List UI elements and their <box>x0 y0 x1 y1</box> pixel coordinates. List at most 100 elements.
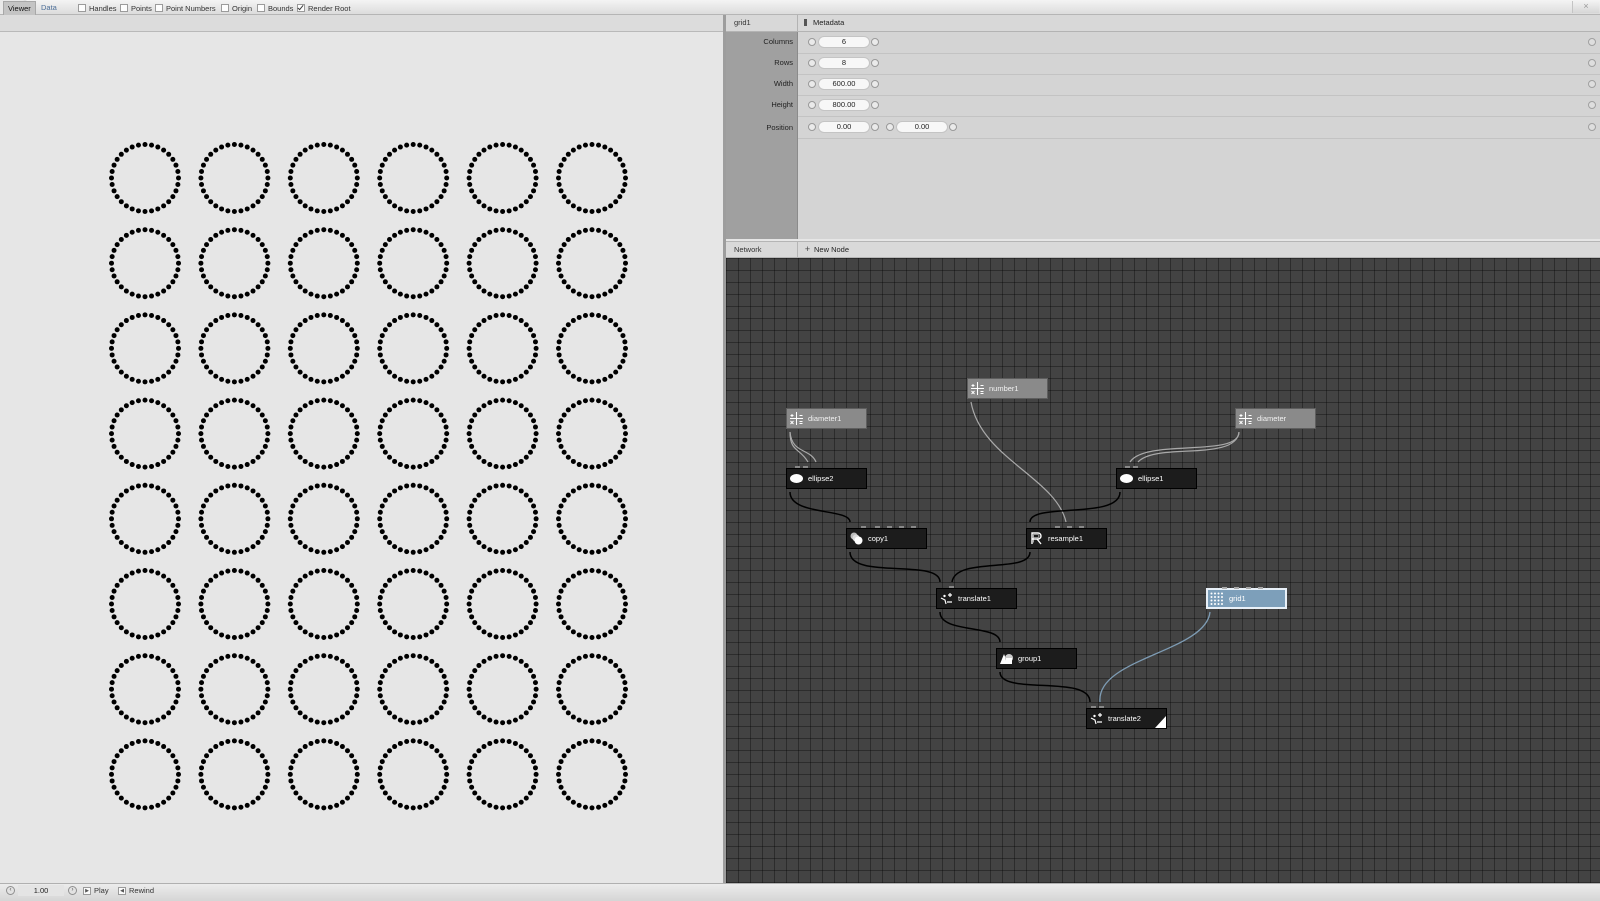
rows-port-toggle[interactable] <box>1588 59 1596 67</box>
origin-checkbox[interactable] <box>221 4 229 12</box>
translate-icon <box>1090 713 1102 725</box>
option-points[interactable]: Points <box>120 3 152 13</box>
network-editor[interactable]: number1 diameter1 diameter ellipse2 elli… <box>726 258 1600 883</box>
input-port[interactable] <box>1258 587 1263 589</box>
width-decrement[interactable] <box>808 80 816 88</box>
option-render-root[interactable]: Render Root <box>297 3 351 13</box>
viewer-geometry <box>109 142 628 811</box>
columns-decrement[interactable] <box>808 38 816 46</box>
rendered-flag-icon <box>1155 716 1166 728</box>
height-decrement[interactable] <box>808 101 816 109</box>
node-ellipse1[interactable]: ellipse1 <box>1116 466 1197 489</box>
input-port[interactable] <box>875 526 880 528</box>
position-y-increment[interactable] <box>949 123 957 131</box>
param-label-rows: Rows <box>774 58 793 67</box>
node-translate2-label: translate2 <box>1108 714 1141 723</box>
position-x-increment[interactable] <box>871 123 879 131</box>
rows-decrement[interactable] <box>808 59 816 67</box>
rows-increment[interactable] <box>871 59 879 67</box>
input-port[interactable] <box>1079 526 1084 528</box>
ellipse-points <box>466 482 539 555</box>
ellipse-points <box>287 142 360 214</box>
input-port[interactable] <box>861 526 866 528</box>
input-port[interactable] <box>887 526 892 528</box>
points-checkbox[interactable] <box>120 4 128 12</box>
tab-data[interactable]: Data <box>37 1 61 14</box>
zoom-field[interactable]: 1.00 <box>18 885 64 896</box>
input-port[interactable] <box>1099 706 1104 708</box>
position-y-decrement[interactable] <box>886 123 894 131</box>
position-x-decrement[interactable] <box>808 123 816 131</box>
node-group1[interactable]: group1 <box>996 648 1077 669</box>
node-resample1[interactable]: resample1 <box>1026 526 1107 549</box>
node-translate2[interactable]: translate2 <box>1086 706 1167 729</box>
resample-icon <box>1031 532 1042 545</box>
new-node-button[interactable]: + New Node <box>804 242 849 257</box>
play-button[interactable]: ▶ Play <box>83 885 109 896</box>
columns-field[interactable]: 6 <box>818 36 870 48</box>
input-port[interactable] <box>803 466 808 468</box>
input-port[interactable] <box>949 586 954 588</box>
input-port[interactable] <box>899 526 904 528</box>
position-y-field[interactable]: 0.00 <box>896 121 948 133</box>
input-port[interactable] <box>911 526 916 528</box>
ellipse-points <box>109 312 181 385</box>
input-port[interactable] <box>1222 587 1227 589</box>
node-diameter1[interactable]: diameter1 <box>786 408 867 429</box>
ellipse-points <box>377 568 450 640</box>
width-port-toggle[interactable] <box>1588 80 1596 88</box>
position-port-toggle[interactable] <box>1588 123 1596 131</box>
zoom-increment-button[interactable]: › <box>68 886 77 895</box>
option-handles[interactable]: Handles <box>78 3 117 13</box>
node-grid1[interactable]: grid1 <box>1206 587 1287 609</box>
render-root-checkbox[interactable] <box>297 4 305 12</box>
grid-icon <box>1210 592 1223 605</box>
height-increment[interactable] <box>871 101 879 109</box>
zoom-decrement-button[interactable]: ‹ <box>6 886 15 895</box>
ellipse-points <box>198 482 271 555</box>
height-port-toggle[interactable] <box>1588 101 1596 109</box>
ellipse-points <box>466 142 539 214</box>
param-row-width <box>798 74 1600 96</box>
columns-increment[interactable] <box>871 38 879 46</box>
option-origin[interactable]: Origin <box>221 3 252 13</box>
option-point-numbers[interactable]: Point Numbers <box>155 3 216 13</box>
handles-checkbox[interactable] <box>78 4 86 12</box>
node-copy1[interactable]: copy1 <box>846 526 927 549</box>
rows-field[interactable]: 8 <box>818 57 870 69</box>
ellipse-points <box>556 482 628 555</box>
ellipse-points <box>109 568 181 640</box>
rewind-button[interactable]: ◀ Rewind <box>118 885 154 896</box>
width-increment[interactable] <box>871 80 879 88</box>
input-port[interactable] <box>1055 526 1060 528</box>
input-port[interactable] <box>1246 587 1251 589</box>
columns-port-toggle[interactable] <box>1588 38 1596 46</box>
input-port[interactable] <box>1125 466 1130 468</box>
node-number1[interactable]: number1 <box>967 378 1048 399</box>
position-x-field[interactable]: 0.00 <box>818 121 870 133</box>
ellipse-points <box>466 397 539 470</box>
param-label-columns: Columns <box>763 37 793 46</box>
input-port[interactable] <box>1133 466 1138 468</box>
tab-viewer[interactable]: Viewer <box>3 1 36 15</box>
param-label-width: Width <box>773 79 793 88</box>
window-close-button[interactable]: × <box>1572 1 1599 13</box>
point-numbers-checkbox[interactable] <box>155 4 163 12</box>
height-field[interactable]: 800.00 <box>818 99 870 111</box>
input-port[interactable] <box>1091 706 1096 708</box>
option-bounds[interactable]: Bounds <box>257 3 293 13</box>
viewer-canvas[interactable] <box>0 32 723 883</box>
width-field[interactable]: 600.00 <box>818 78 870 90</box>
node-diameter[interactable]: diameter <box>1235 408 1316 429</box>
copy-icon <box>850 532 863 545</box>
node-ellipse2-label: ellipse2 <box>808 474 834 483</box>
input-port[interactable] <box>795 466 800 468</box>
wire-group1-translate2 <box>999 671 1091 703</box>
bounds-checkbox[interactable] <box>257 4 265 12</box>
metadata-icon[interactable] <box>804 19 807 26</box>
metadata-button[interactable]: Metadata <box>813 15 844 31</box>
node-translate1-label: translate1 <box>958 594 991 603</box>
node-translate1[interactable]: translate1 <box>936 586 1017 609</box>
input-port[interactable] <box>1067 526 1072 528</box>
node-ellipse2[interactable]: ellipse2 <box>786 466 867 489</box>
